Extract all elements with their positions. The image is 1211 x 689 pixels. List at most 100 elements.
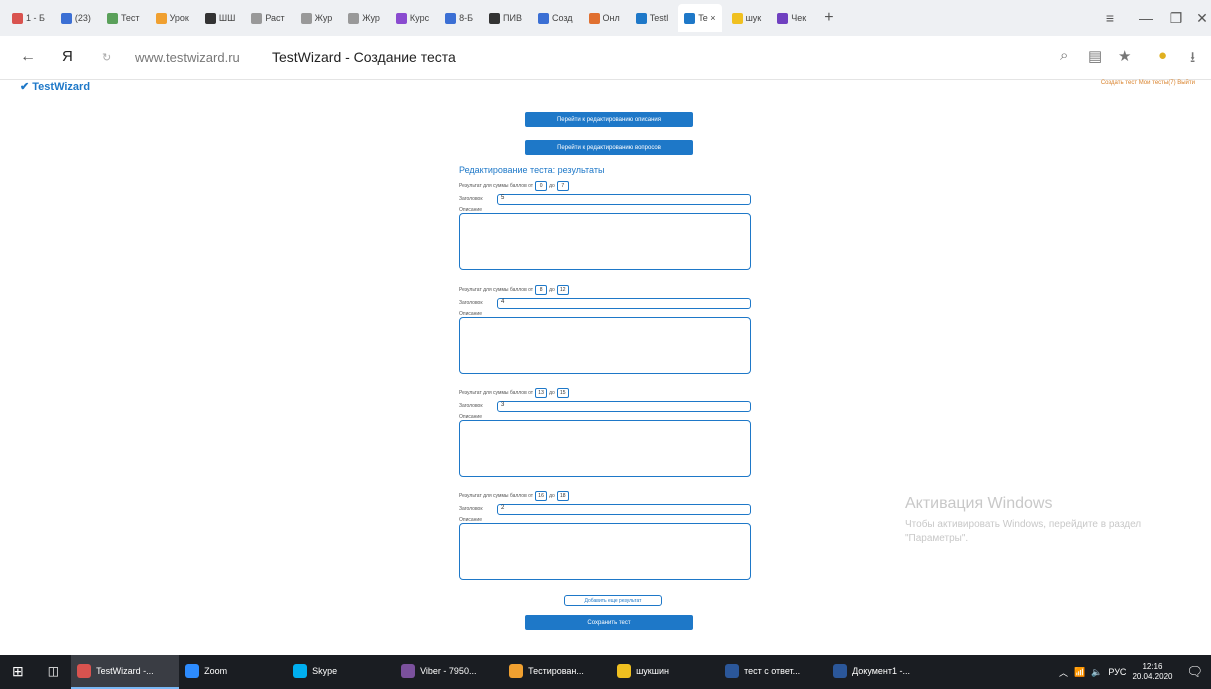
edit-questions-button[interactable]: Перейти к редактированию вопросов bbox=[525, 140, 693, 155]
tab-favicon-icon bbox=[588, 12, 600, 24]
taskbar-app-label: шукшин bbox=[636, 666, 669, 676]
taskbar-app-label: TestWizard -... bbox=[96, 666, 154, 676]
taskbar-app[interactable]: тест с ответ... bbox=[719, 655, 827, 689]
browser-tab-bar: 1 - Б (23) Тест Урок ШШ Раст Жур Жур Курс 8-Б ПИВ С… bbox=[0, 0, 1211, 36]
taskbar-app-icon bbox=[185, 664, 200, 678]
clock-time: 12:16 bbox=[1142, 662, 1163, 671]
tab-label: ПИВ bbox=[503, 13, 522, 23]
result-header-input[interactable]: 3 bbox=[497, 401, 751, 412]
top-links[interactable]: Создать тест Мои тесты(7) Выйти bbox=[1101, 80, 1195, 86]
browser-tab[interactable]: Te × bbox=[678, 4, 722, 32]
browser-tab[interactable]: (23) bbox=[55, 4, 97, 32]
range-label: Результат для суммы баллов от bbox=[459, 493, 534, 499]
tab-label: Жур bbox=[314, 13, 333, 23]
task-view-icon[interactable]: ◫ bbox=[36, 655, 71, 689]
range-to-label: до bbox=[549, 287, 555, 293]
taskbar-app[interactable]: TestWizard -... bbox=[71, 655, 180, 689]
browser-tab[interactable]: 1 - Б bbox=[6, 4, 51, 32]
taskbar-app-label: Документ1 -... bbox=[852, 666, 911, 676]
back-icon[interactable]: ← bbox=[20, 48, 36, 66]
taskbar-app-label: тест с ответ... bbox=[744, 666, 801, 676]
score-from-input[interactable]: 8 bbox=[535, 285, 548, 295]
wifi-icon[interactable]: 📶 bbox=[1074, 667, 1085, 678]
browser-tab[interactable]: Жур bbox=[295, 4, 339, 32]
tab-favicon-icon bbox=[106, 12, 118, 24]
header-label: Заголовок bbox=[459, 300, 483, 306]
tray-chevron-icon[interactable]: ︿ bbox=[1059, 666, 1068, 679]
score-to-input[interactable]: 12 bbox=[556, 285, 569, 295]
tab-favicon-icon bbox=[731, 12, 743, 24]
yandex-logo-icon[interactable]: Я bbox=[62, 48, 73, 65]
browser-tab[interactable]: Урок bbox=[150, 4, 195, 32]
result-header-input[interactable]: 4 bbox=[497, 298, 751, 309]
tab-favicon-icon bbox=[395, 12, 407, 24]
result-description-textarea[interactable] bbox=[459, 420, 751, 477]
browser-tab[interactable]: Тест bbox=[101, 4, 146, 32]
windows-activation-title: Активация Windows bbox=[905, 495, 1053, 512]
header-label: Заголовок bbox=[459, 196, 483, 202]
score-from-input[interactable]: 0 bbox=[535, 181, 548, 191]
result-description-textarea[interactable] bbox=[459, 523, 751, 580]
bookmark-star-icon[interactable]: ★ bbox=[1118, 47, 1131, 65]
browser-tab[interactable]: Раст bbox=[245, 4, 290, 32]
url-text[interactable]: www.testwizard.ru bbox=[135, 50, 240, 65]
edit-description-button[interactable]: Перейти к редактированию описания bbox=[525, 112, 693, 127]
browser-tab[interactable]: Онл bbox=[583, 4, 626, 32]
volume-icon[interactable]: 🔈 bbox=[1091, 667, 1102, 678]
tab-favicon-icon bbox=[777, 12, 789, 24]
score-from-input[interactable]: 13 bbox=[535, 388, 548, 398]
site-logo[interactable]: ✔ TestWizard bbox=[20, 80, 90, 93]
taskbar-app[interactable]: Документ1 -... bbox=[827, 655, 935, 689]
notifications-icon[interactable]: 🗨 bbox=[1186, 664, 1203, 680]
browser-tab[interactable]: ПИВ bbox=[483, 4, 528, 32]
menu-icon[interactable]: ≡ bbox=[1092, 0, 1128, 36]
browser-tab[interactable]: Жур bbox=[342, 4, 386, 32]
header-label: Заголовок bbox=[459, 403, 483, 409]
search-icon[interactable]: ⌕ bbox=[1060, 47, 1068, 64]
score-range: Результат для суммы баллов от 0 до 7 bbox=[459, 180, 569, 192]
browser-tab[interactable]: ШШ bbox=[199, 4, 242, 32]
taskbar-app[interactable]: Тестирован... bbox=[503, 655, 611, 689]
save-test-button[interactable]: Сохранить тест bbox=[525, 615, 693, 630]
taskbar-app[interactable]: шукшин bbox=[611, 655, 719, 689]
language-indicator[interactable]: РУС bbox=[1108, 667, 1126, 677]
new-tab-icon[interactable]: + bbox=[816, 9, 841, 27]
result-header-input[interactable]: 5 bbox=[497, 194, 751, 205]
result-header-input[interactable]: 2 bbox=[497, 504, 751, 515]
score-to-input[interactable]: 15 bbox=[556, 388, 569, 398]
result-description-textarea[interactable] bbox=[459, 213, 751, 270]
result-description-textarea[interactable] bbox=[459, 317, 751, 374]
score-to-input[interactable]: 7 bbox=[556, 181, 569, 191]
extension-icon[interactable]: ● bbox=[1158, 47, 1167, 64]
tab-favicon-icon bbox=[204, 12, 216, 24]
score-from-input[interactable]: 16 bbox=[535, 491, 548, 501]
taskbar-app-label: Тестирован... bbox=[528, 666, 584, 676]
page-title: TestWizard - Создание теста bbox=[272, 49, 456, 65]
score-range: Результат для суммы баллов от 16 до 18 bbox=[459, 490, 569, 502]
page-content: ✔ TestWizard Создать тест Мои тесты(7) В… bbox=[0, 80, 1211, 655]
browser-tab[interactable]: Курс bbox=[390, 4, 435, 32]
taskbar-app-icon bbox=[725, 664, 740, 678]
reader-icon[interactable]: ▤ bbox=[1088, 47, 1102, 65]
header-label: Заголовок bbox=[459, 506, 483, 512]
tab-favicon-icon bbox=[348, 12, 360, 24]
tab-favicon-icon bbox=[12, 12, 23, 24]
taskbar-app[interactable]: Viber - 7950... bbox=[395, 655, 503, 689]
reload-icon[interactable]: ↻ bbox=[102, 51, 111, 64]
download-icon[interactable]: ⭳ bbox=[1190, 47, 1195, 72]
browser-tab[interactable]: Чек bbox=[771, 4, 812, 32]
taskbar-app-icon bbox=[617, 664, 632, 678]
taskbar-app[interactable]: Skype bbox=[287, 655, 395, 689]
windows-start-icon[interactable]: ⊞ bbox=[0, 655, 36, 689]
browser-tab[interactable]: Testl bbox=[630, 4, 675, 32]
score-to-input[interactable]: 18 bbox=[556, 491, 569, 501]
browser-tab[interactable]: Созд bbox=[532, 4, 579, 32]
taskbar-app-icon bbox=[833, 664, 848, 678]
browser-tab[interactable]: 8-Б bbox=[439, 4, 479, 32]
score-range: Результат для суммы баллов от 13 до 15 bbox=[459, 387, 569, 399]
close-icon[interactable]: ✕ bbox=[1184, 0, 1211, 36]
clock[interactable]: 12:16 20.04.2020 bbox=[1132, 662, 1172, 682]
browser-tab[interactable]: шук bbox=[726, 4, 768, 32]
add-result-button[interactable]: Добавить еще результат bbox=[564, 595, 662, 606]
taskbar-app[interactable]: Zoom bbox=[179, 655, 287, 689]
